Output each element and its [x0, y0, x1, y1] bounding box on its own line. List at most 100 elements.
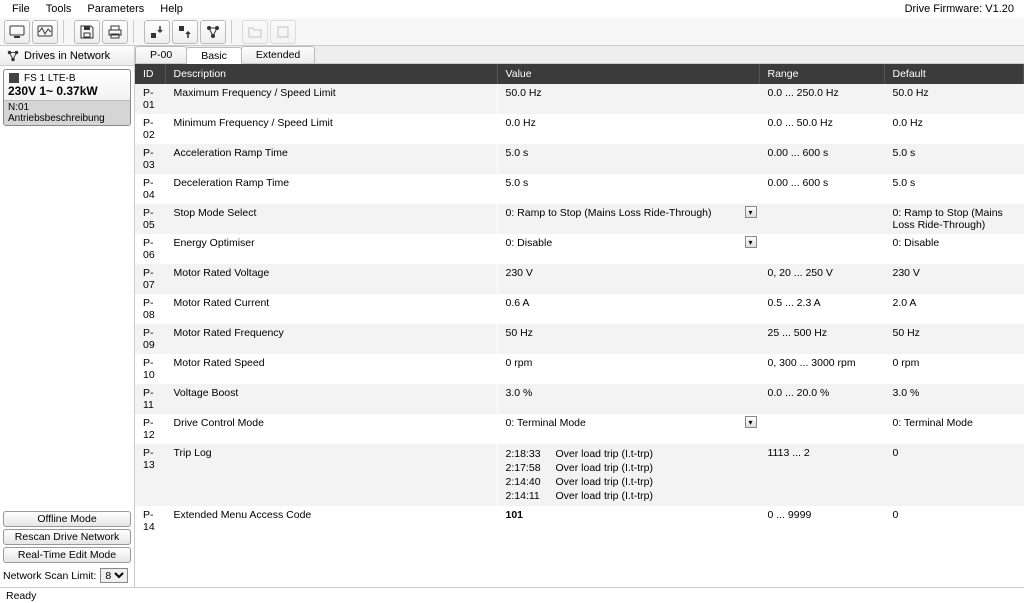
parameter-table-wrap[interactable]: ID Description Value Range Default P-01M… [135, 64, 1024, 587]
param-range: 0 ... 9999 [759, 506, 884, 536]
col-header-value[interactable]: Value [497, 64, 759, 84]
param-range: 0.00 ... 600 s [759, 144, 884, 174]
toolbar-upload-btn[interactable] [172, 20, 198, 44]
open-icon [247, 24, 263, 40]
scan-limit-select[interactable]: 8 [100, 568, 128, 583]
col-header-default[interactable]: Default [884, 64, 1024, 84]
table-row[interactable]: P-05Stop Mode Select0: Ramp to Stop (Mai… [135, 204, 1024, 234]
param-value-cell[interactable]: 5.0 s [497, 174, 759, 204]
tab-bar: P-00 Basic Extended [135, 46, 1024, 64]
toolbar-separator [133, 20, 139, 43]
toolbar [0, 18, 1024, 46]
firmware-label: Drive Firmware: V1.20 [905, 3, 1020, 15]
param-default: 0 rpm [884, 354, 1024, 384]
table-row[interactable]: P-11Voltage Boost3.0 %0.0 ... 20.0 %3.0 … [135, 384, 1024, 414]
param-value-cell[interactable]: 0 rpm [497, 354, 759, 384]
param-value-cell[interactable]: 0.0 Hz [497, 114, 759, 144]
param-value: 3.0 % [506, 387, 533, 399]
col-header-description[interactable]: Description [165, 64, 497, 84]
dropdown-arrow-icon[interactable]: ▾ [745, 416, 757, 428]
table-row[interactable]: P-12Drive Control Mode0: Terminal Mode▾0… [135, 414, 1024, 444]
param-id: P-08 [135, 294, 165, 324]
offline-mode-button[interactable]: Offline Mode [3, 511, 131, 527]
param-range: 0.0 ... 50.0 Hz [759, 114, 884, 144]
drive-unit-icon [8, 72, 20, 84]
toolbar-print-btn[interactable] [102, 20, 128, 44]
tab-extended[interactable]: Extended [241, 46, 315, 63]
param-range [759, 414, 884, 444]
param-value-cell[interactable]: 0: Ramp to Stop (Mains Loss Ride-Through… [497, 204, 759, 234]
dropdown-arrow-icon[interactable]: ▾ [745, 206, 757, 218]
table-row[interactable]: P-10Motor Rated Speed0 rpm0, 300 ... 300… [135, 354, 1024, 384]
rescan-network-button[interactable]: Rescan Drive Network [3, 529, 131, 545]
drives-header: Drives in Network [0, 46, 134, 66]
param-default: 5.0 s [884, 174, 1024, 204]
param-id: P-07 [135, 264, 165, 294]
toolbar-monitor-btn[interactable] [4, 20, 30, 44]
param-default: 0: Disable [884, 234, 1024, 264]
param-value-cell[interactable]: 0: Terminal Mode▾ [497, 414, 759, 444]
param-value-cell[interactable]: 50.0 Hz [497, 84, 759, 114]
param-description: Acceleration Ramp Time [165, 144, 497, 174]
table-row[interactable]: P-07Motor Rated Voltage 230 V 0, 20 ... 25… [135, 264, 1024, 294]
realtime-edit-button[interactable]: Real-Time Edit Mode [3, 547, 131, 563]
param-value-cell[interactable]: 5.0 s [497, 144, 759, 174]
toolbar-save-btn[interactable] [74, 20, 100, 44]
table-row[interactable]: P-03Acceleration Ramp Time5.0 s0.00 ... … [135, 144, 1024, 174]
param-description: Motor Rated Voltage [165, 264, 497, 294]
drives-header-label: Drives in Network [24, 50, 110, 62]
dropdown-arrow-icon[interactable]: ▾ [745, 236, 757, 248]
param-id: P-13 [135, 444, 165, 506]
param-value: 5.0 s [506, 147, 529, 159]
param-description: Motor Rated Current [165, 294, 497, 324]
drive-line3: N:01 Antriebsbeschreibung [4, 100, 130, 125]
drive-card[interactable]: FS 1 LTE-B 230V 1~ 0.37kW N:01 Antriebsb… [3, 69, 131, 126]
scan-limit-row: Network Scan Limit: 8 [0, 566, 134, 587]
table-row[interactable]: P-14Extended Menu Access Code1010 ... 99… [135, 506, 1024, 536]
param-description: Maximum Frequency / Speed Limit [165, 84, 497, 114]
table-row[interactable]: P-08Motor Rated Current0.6 A0.5 ... 2.3 … [135, 294, 1024, 324]
table-row[interactable]: P-06Energy Optimiser0: Disable▾0: Disabl… [135, 234, 1024, 264]
table-row[interactable]: P-01Maximum Frequency / Speed Limit50.0 … [135, 84, 1024, 114]
param-value-cell[interactable]: 50 Hz [497, 324, 759, 354]
save-icon [79, 24, 95, 40]
toolbar-network-btn[interactable] [200, 20, 226, 44]
tab-basic[interactable]: Basic [186, 47, 242, 64]
param-default: 5.0 s [884, 144, 1024, 174]
toolbar-open-btn [242, 20, 268, 44]
menu-parameters[interactable]: Parameters [79, 1, 152, 17]
col-header-id[interactable]: ID [135, 64, 165, 84]
param-value: 0: Disable [506, 237, 553, 249]
param-value: 50.0 Hz [506, 87, 542, 99]
param-id: P-11 [135, 384, 165, 414]
param-id: P-09 [135, 324, 165, 354]
right-pane: P-00 Basic Extended ID Description Value… [135, 46, 1024, 587]
param-default: 0 [884, 506, 1024, 536]
toolbar-download-btn[interactable] [144, 20, 170, 44]
param-value-cell[interactable]: 101 [497, 506, 759, 536]
param-value: 50 Hz [506, 327, 533, 339]
param-description: Voltage Boost [165, 384, 497, 414]
table-row[interactable]: P-02Minimum Frequency / Speed Limit0.0 H… [135, 114, 1024, 144]
download-to-drive-icon [149, 24, 165, 40]
col-header-range[interactable]: Range [759, 64, 884, 84]
param-value-cell[interactable]: 230 V [497, 264, 759, 294]
menu-tools[interactable]: Tools [38, 1, 80, 17]
param-value: 230 V [506, 267, 533, 279]
param-value-cell[interactable]: 0.6 A [497, 294, 759, 324]
menu-file[interactable]: File [4, 1, 38, 17]
tab-p00[interactable]: P-00 [135, 46, 187, 63]
table-row[interactable]: P-04Deceleration Ramp Time5.0 s0.00 ... … [135, 174, 1024, 204]
param-range: 0, 20 ... 250 V [759, 264, 884, 294]
toolbar-scope-btn[interactable] [32, 20, 58, 44]
menu-help[interactable]: Help [152, 1, 191, 17]
table-row[interactable]: P-13Trip Log2:18:33Over load trip (I.t-t… [135, 444, 1024, 506]
table-row[interactable]: P-09Motor Rated Frequency50 Hz25 ... 500… [135, 324, 1024, 354]
param-range [759, 234, 884, 264]
param-default: 3.0 % [884, 384, 1024, 414]
param-value-cell[interactable]: 0: Disable ▾ [497, 234, 759, 264]
left-pane: Drives in Network FS 1 LTE-B 230V 1~ 0.3… [0, 46, 135, 587]
main-area: Drives in Network FS 1 LTE-B 230V 1~ 0.3… [0, 46, 1024, 587]
param-value-cell[interactable]: 3.0 % [497, 384, 759, 414]
param-value-cell[interactable]: 2:18:33Over load trip (I.t-trp)2:17:58Ov… [497, 444, 759, 506]
